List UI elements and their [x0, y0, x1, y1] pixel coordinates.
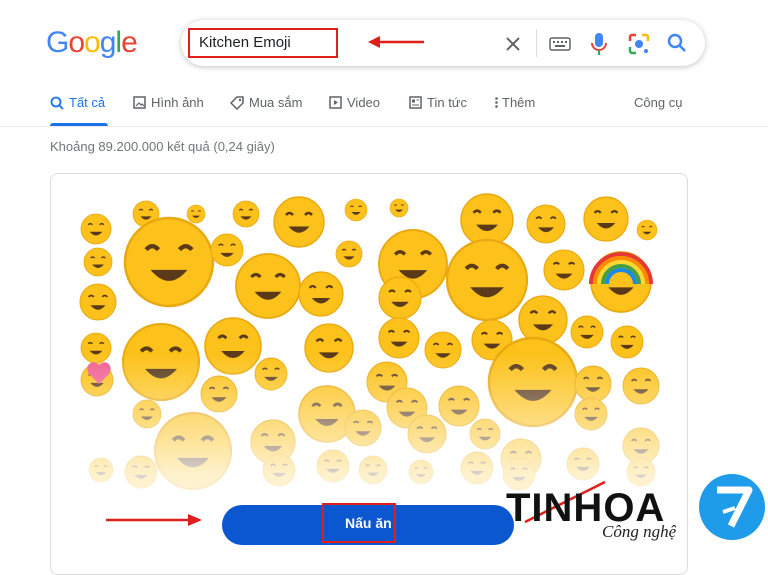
emoji-icon [460, 193, 514, 247]
emoji-icon [335, 240, 363, 268]
tab-label: Video [347, 95, 381, 110]
keyboard-icon[interactable] [548, 34, 572, 54]
emoji-icon [518, 295, 568, 345]
emoji-icon [79, 283, 117, 321]
emoji-icon [83, 247, 113, 277]
emoji-icon [123, 216, 215, 308]
annotation-highlight-query [188, 28, 338, 58]
annotation-arrow-icon [368, 36, 424, 48]
news-icon [409, 96, 422, 109]
emoji-icon [298, 271, 344, 317]
emoji-icon [583, 196, 629, 242]
lens-icon[interactable] [626, 31, 652, 57]
cook-button-label: Nấu ăn [345, 515, 392, 531]
microphone-icon[interactable] [588, 31, 610, 57]
tab-label: Mua sắm [249, 95, 303, 110]
search-icon [50, 96, 64, 110]
emoji-icon [235, 253, 301, 319]
emoji-icon [186, 204, 206, 224]
search-divider [536, 29, 537, 57]
emoji-icon [378, 317, 420, 359]
tab-label: Thêm [502, 95, 536, 110]
annotation-arrow-icon [106, 514, 202, 526]
search-icon[interactable] [665, 31, 689, 55]
tab-images[interactable]: Hình ảnh [133, 95, 204, 110]
emoji-icon [543, 249, 585, 291]
google-logo[interactable]: Google [46, 26, 138, 60]
tab-shopping[interactable]: Mua sắm [230, 95, 302, 110]
tab-more[interactable]: Thêm [494, 95, 535, 110]
tab-label: Hình ảnh [151, 95, 204, 110]
header-divider [0, 126, 768, 127]
emoji-icon [445, 238, 529, 322]
emoji-icon [344, 198, 368, 222]
emoji-icon [636, 219, 658, 241]
emoji-icon [570, 315, 604, 349]
result-stats: Khoảng 89.200.000 kết quả (0,24 giây) [50, 139, 275, 154]
emoji-icon [526, 204, 566, 244]
emoji-icon [80, 213, 112, 245]
watermark-subtitle: Công nghệ [602, 522, 677, 541]
watermark-logo-icon [699, 474, 765, 540]
tab-video[interactable]: Video [329, 95, 380, 110]
more-vert-icon [495, 97, 498, 108]
tag-icon [230, 95, 244, 110]
emoji-icon [210, 233, 244, 267]
emoji-icon [389, 198, 409, 218]
tab-all[interactable]: Tất cả [50, 95, 105, 110]
emoji-icon [273, 196, 325, 248]
image-icon [133, 96, 146, 109]
tools-button[interactable]: Công cụ [634, 95, 682, 110]
tab-news[interactable]: Tin tức [409, 95, 467, 110]
tab-label: Tất cả [69, 95, 106, 110]
emoji-icon [378, 276, 422, 320]
play-icon [329, 96, 342, 109]
tab-label: Tin tức [427, 95, 468, 110]
emoji-icon [232, 200, 260, 228]
clear-icon[interactable] [502, 33, 524, 55]
